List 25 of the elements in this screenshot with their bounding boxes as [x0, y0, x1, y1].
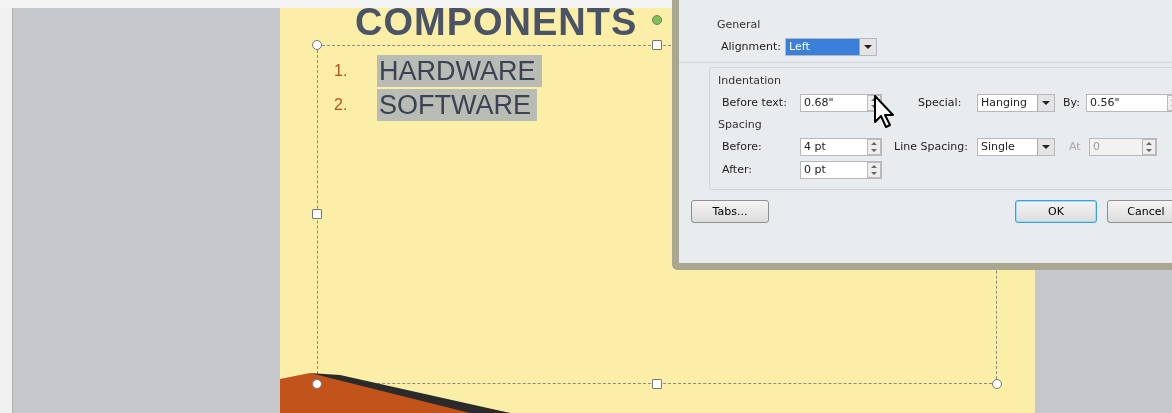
- special-dropdown[interactable]: Hanging: [977, 93, 1055, 112]
- field-label: By:: [1063, 96, 1081, 109]
- field-label: Before:: [722, 140, 763, 153]
- slide-title: COMPONENTS: [355, 6, 638, 38]
- field-label: At: [1069, 140, 1082, 153]
- section-heading: Indentation: [718, 74, 783, 87]
- field-label: After:: [722, 163, 753, 176]
- number-field[interactable]: 0.68": [800, 93, 882, 112]
- list-item: SOFTWARE: [377, 89, 537, 121]
- section-heading: Spacing: [718, 118, 763, 131]
- number-field[interactable]: 0 pt: [800, 160, 882, 179]
- list-number: 2.: [334, 96, 349, 114]
- dialog-button[interactable]: Cancel: [1107, 200, 1172, 223]
- section-heading: General: [717, 18, 762, 31]
- dialog-button[interactable]: OK: [1015, 200, 1097, 223]
- number-field[interactable]: 4 pt: [800, 137, 882, 156]
- field-label: Line Spacing:: [894, 140, 969, 153]
- list-number: 1.: [334, 62, 349, 80]
- dialog-button[interactable]: Tabs...: [691, 200, 769, 223]
- alignment-dropdown[interactable]: Left: [785, 37, 877, 56]
- number-field[interactable]: 0.56": [1086, 93, 1172, 112]
- line-spacing-dropdown[interactable]: Single: [977, 137, 1055, 156]
- field-label: Before text:: [722, 96, 788, 109]
- list-item: HARDWARE: [377, 55, 542, 87]
- field-label: Special:: [918, 96, 963, 109]
